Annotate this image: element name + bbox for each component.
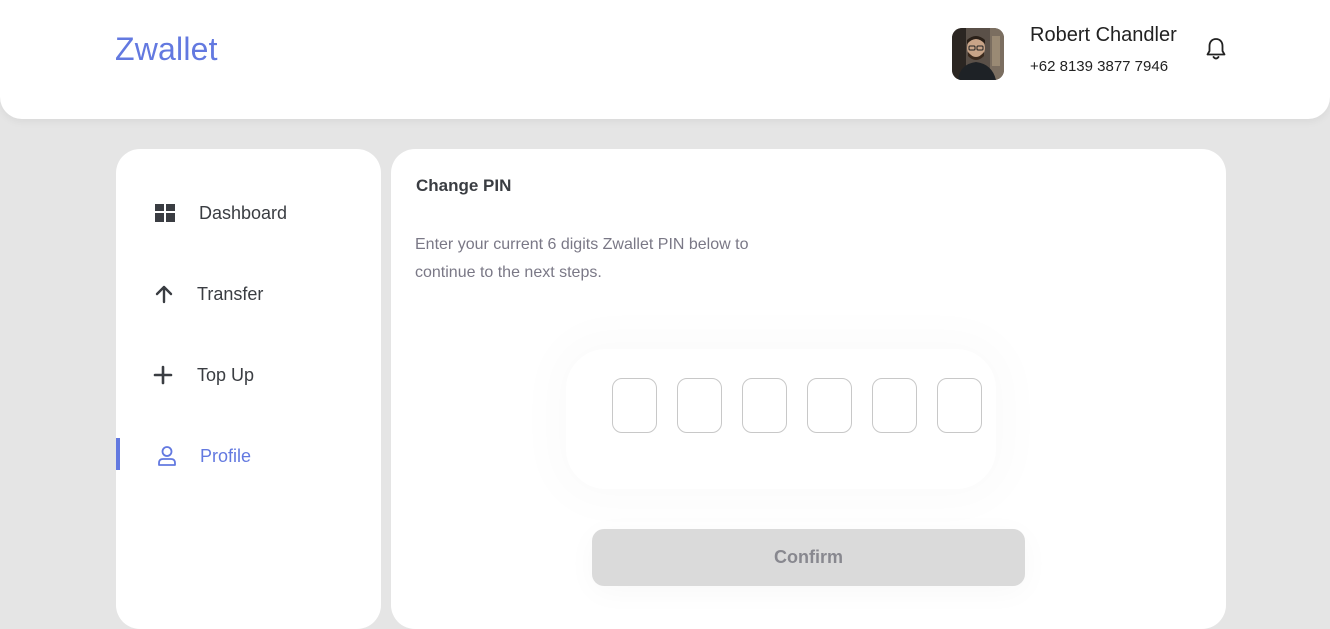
page-title: Change PIN xyxy=(416,176,512,195)
grid-icon xyxy=(154,202,176,224)
plus-icon xyxy=(152,364,174,386)
avatar[interactable] xyxy=(952,28,1004,80)
pin-digit-4[interactable] xyxy=(807,378,852,433)
arrow-up-icon xyxy=(153,283,175,305)
sidebar-item-label: Dashboard xyxy=(199,202,288,223)
sidebar-item-top-up[interactable]: Top Up xyxy=(116,353,381,397)
user-name: Robert Chandler xyxy=(1030,24,1177,46)
sidebar: Dashboard Transfer Top Up Profile xyxy=(116,149,381,629)
confirm-button[interactable]: Confirm xyxy=(592,529,1025,586)
pin-digit-5[interactable] xyxy=(872,378,917,433)
sidebar-item-label: Profile xyxy=(200,445,252,466)
top-header: Zwallet Robert Chandler +62 8139 3877 79… xyxy=(0,0,1330,119)
sidebar-item-dashboard[interactable]: Dashboard xyxy=(116,191,381,235)
sidebar-item-profile[interactable]: Profile xyxy=(116,434,381,478)
pin-digit-6[interactable] xyxy=(937,378,982,433)
sidebar-item-transfer[interactable]: Transfer xyxy=(116,272,381,316)
pin-instructions: Enter your current 6 digits Zwallet PIN … xyxy=(415,236,749,281)
sidebar-item-label: Transfer xyxy=(197,283,264,304)
user-phone: +62 8139 3877 7946 xyxy=(1030,58,1169,75)
avatar-photo xyxy=(952,28,1004,80)
pin-digit-3[interactable] xyxy=(742,378,787,433)
change-pin-panel: Change PIN Enter your current 6 digits Z… xyxy=(391,149,1226,629)
active-indicator xyxy=(116,438,120,470)
sidebar-item-label: Top Up xyxy=(197,364,255,385)
user-icon xyxy=(156,445,178,467)
pin-digit-1[interactable] xyxy=(612,378,657,433)
notification-bell-icon[interactable] xyxy=(1204,36,1228,62)
pin-digit-2[interactable] xyxy=(677,378,722,433)
brand-logo[interactable]: Zwallet xyxy=(115,31,218,68)
